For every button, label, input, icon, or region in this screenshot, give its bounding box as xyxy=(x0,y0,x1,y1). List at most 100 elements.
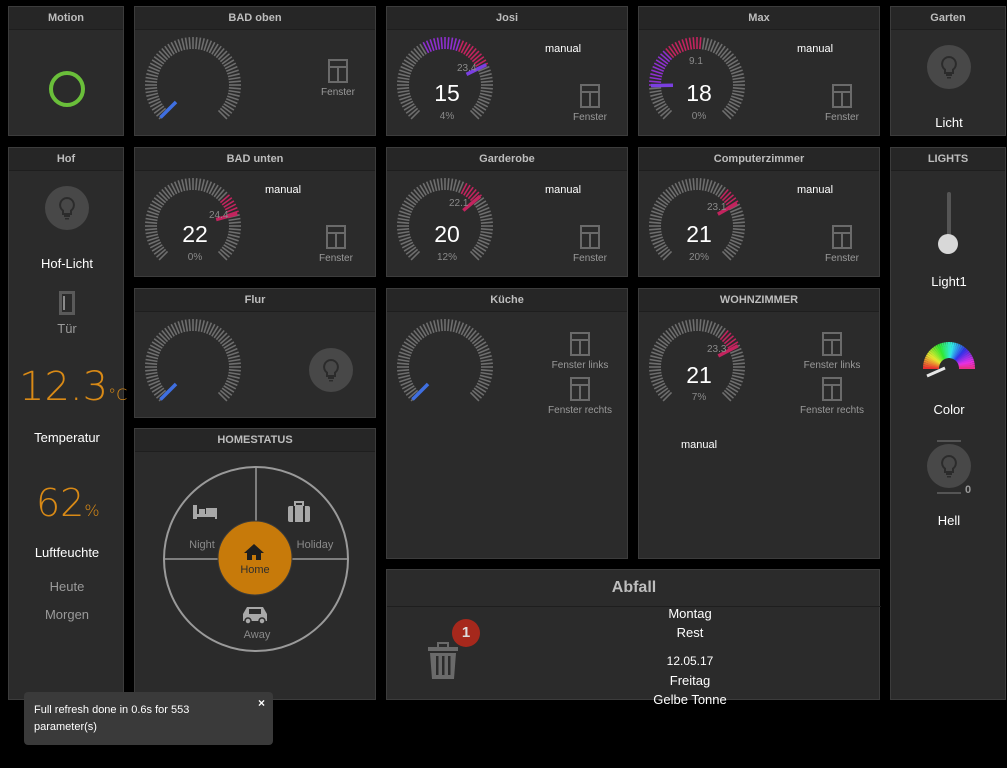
gauge-tick xyxy=(397,89,410,94)
color-wheel-icon[interactable] xyxy=(921,334,977,380)
hallway-light-button[interactable] xyxy=(309,348,353,392)
thermostat-gauge[interactable] xyxy=(395,319,499,409)
bed-icon[interactable] xyxy=(191,503,219,521)
gauge-tick xyxy=(145,228,158,231)
mode-label[interactable]: manual xyxy=(545,43,581,55)
night-mode-label[interactable]: Night xyxy=(177,539,227,551)
gauge-tick xyxy=(145,80,158,83)
garden-light-button[interactable] xyxy=(927,45,971,89)
valve-position: 12% xyxy=(436,252,457,263)
gauge-tick xyxy=(228,358,241,363)
toast-close-button[interactable]: × xyxy=(258,695,265,712)
away-mode-label[interactable]: Away xyxy=(232,629,282,641)
lightbulb-icon xyxy=(323,358,339,382)
gauge-tick xyxy=(145,230,158,235)
gauge-tick xyxy=(200,38,205,51)
gauge-tick xyxy=(449,178,454,191)
gauge-tick xyxy=(227,92,240,97)
gauge-tick xyxy=(732,369,745,372)
mode-label[interactable]: manual xyxy=(545,184,581,196)
window-sensor: Fenster xyxy=(311,224,361,264)
gauge-tick xyxy=(732,230,745,235)
gauge-tick xyxy=(197,37,202,50)
gauge-tick xyxy=(649,217,662,222)
temperature-unit: °C xyxy=(108,385,128,404)
gauge-tick xyxy=(479,374,492,379)
gauge-tick xyxy=(449,37,454,50)
car-icon[interactable] xyxy=(241,604,269,624)
mode-label[interactable]: manual xyxy=(797,184,833,196)
collection-type-2: Gelbe Tonne xyxy=(653,692,727,707)
window-label: Fenster links xyxy=(551,360,609,371)
gauge-tick xyxy=(732,80,745,83)
tile-flur: Flur xyxy=(134,288,376,418)
gauge-tick xyxy=(228,371,241,376)
tile-motion: Motion xyxy=(8,6,124,136)
gauge-tick xyxy=(433,320,438,333)
gauge-tick xyxy=(480,80,493,83)
gauge-tick xyxy=(699,319,702,332)
mode-label[interactable]: manual xyxy=(265,184,301,196)
tile-title: LIGHTS xyxy=(891,148,1005,171)
humidity-readout: 62% xyxy=(36,481,126,525)
gauge-tick xyxy=(195,178,198,191)
temperature-readout: 12.3°C xyxy=(19,364,128,410)
color-wheel-pointer xyxy=(926,366,946,378)
gauge-tick xyxy=(188,319,191,332)
gauge-tick xyxy=(731,214,744,219)
tile-title: Hof xyxy=(9,148,123,171)
motion-indicator-icon xyxy=(49,71,85,107)
thermostat-gauge[interactable] xyxy=(143,319,247,409)
window-label: Fenster xyxy=(321,87,355,98)
thermostat-gauge[interactable] xyxy=(143,37,247,127)
gauge-tick xyxy=(228,217,241,222)
tomorrow-link[interactable]: Morgen xyxy=(9,607,125,622)
mode-label[interactable]: manual xyxy=(797,43,833,55)
gauge-tick xyxy=(217,332,228,343)
gauge-tick xyxy=(704,320,709,333)
gauge-tick xyxy=(146,92,159,97)
mode-label[interactable]: manual xyxy=(681,439,717,451)
gauge-tick xyxy=(704,38,709,51)
window-label: Fenster xyxy=(573,253,607,264)
gauge-tick xyxy=(731,233,744,238)
home-mode-label[interactable]: Home xyxy=(230,564,280,576)
gauge-tick xyxy=(699,178,702,191)
window-icon xyxy=(570,332,590,356)
window-icon xyxy=(580,225,600,249)
gauge-tick xyxy=(731,73,744,78)
collection-type-1: Rest xyxy=(676,625,704,640)
gauge-tick xyxy=(650,233,663,238)
holiday-mode-label[interactable]: Holiday xyxy=(290,539,340,551)
gauge-tick xyxy=(447,178,450,191)
gauge-tick xyxy=(731,355,744,360)
light1-slider-knob[interactable] xyxy=(938,234,958,254)
gauge-tick xyxy=(145,89,158,94)
today-link[interactable]: Heute xyxy=(9,579,125,594)
gauge-tick xyxy=(145,217,158,222)
tile-title: BAD unten xyxy=(135,148,375,171)
color-wheel-segment xyxy=(945,342,950,359)
setpoint-temperature: 24.4 xyxy=(209,210,229,221)
gauge-tick xyxy=(227,73,240,78)
suitcase-icon[interactable] xyxy=(287,501,311,523)
gauge-tick xyxy=(732,76,745,81)
gauge-tick xyxy=(452,320,457,333)
yard-light-button[interactable] xyxy=(45,186,89,230)
hell-light-button[interactable] xyxy=(927,444,971,488)
window-label: Fenster links xyxy=(803,360,861,371)
tile-wohnzimmer: WOHNZIMMER 21 23.3 7% manual Fenster lin… xyxy=(638,288,880,559)
tile-title: Max xyxy=(639,7,879,30)
tile-garderobe: Garderobe 20 22.1 12% manual Fenster xyxy=(386,147,628,277)
gauge-tick xyxy=(397,217,410,222)
window-sensor-right: Fenster rechts xyxy=(540,376,620,416)
gauge-tick xyxy=(480,362,493,365)
gauge-tick xyxy=(197,178,202,191)
gauge-tick xyxy=(145,87,158,90)
gauge-tick xyxy=(721,50,732,61)
gauge-tick xyxy=(433,38,438,51)
valve-position: 0% xyxy=(691,111,707,122)
gauge-tick xyxy=(184,178,189,191)
gauge-tick xyxy=(701,319,706,332)
gauge-tick xyxy=(685,179,690,192)
